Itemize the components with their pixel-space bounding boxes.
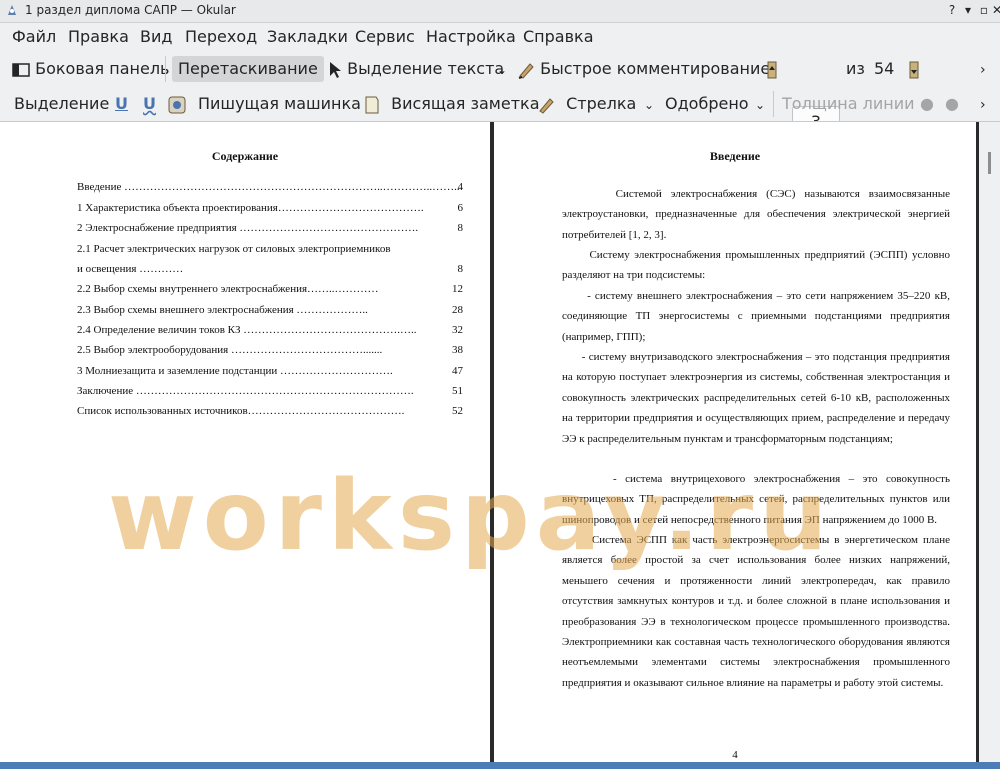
toc-row: 2.1 Расчет электрических нагрузок от сил… [77,243,391,255]
underline-tool-button[interactable]: U [115,91,128,117]
cursor-icon [330,61,341,78]
toolbar-separator [773,91,774,117]
popup-note-label: Висящая заметка [391,94,540,113]
arrow-tool-dropdown[interactable]: ⌄ [644,91,654,117]
opacity-button[interactable]: ● [945,91,959,117]
menu-settings[interactable]: Настройка [426,27,516,46]
text-select-label: Выделение текста [347,59,505,78]
paragraph: Системой электроснабжения (СЭС) называют… [562,188,953,241]
toc-title: Содержание [211,149,279,163]
menu-help[interactable]: Справка [523,27,594,46]
sidebar-icon [12,62,30,77]
paragraph: - систему внешнего электроснабжения – эт… [562,290,953,343]
opacity-icon: ● [945,94,959,113]
highlighter-icon [518,62,534,79]
paragraph: - систему внутризаводского электроснабже… [562,351,953,445]
toc-row: 3 Молниезащита и заземление подстанции …… [77,365,463,377]
page-of-label: из [846,59,865,78]
window-titlebar: 1 раздел диплома САПР — Okular ? ▾ ▫ ✕ [0,0,1000,23]
browse-tool-label: Перетаскивание [178,59,318,78]
window-title: 1 раздел диплома САПР — Okular [25,3,236,17]
toc-row: 1 Характеристика объекта проектирования…… [77,202,463,214]
line-width-label: Толщина линии [782,94,915,113]
stamp-icon [168,96,186,113]
previous-page-icon [767,61,777,78]
note-icon [365,96,379,113]
toc-row: Введение ……………………………………………………………..…………..… [77,181,463,193]
squiggle-underline-icon: U [143,94,156,113]
vertical-scrollbar[interactable] [976,122,1000,769]
toc-row: 2.5 Выбор электрооборудования …………………………… [77,344,463,356]
text-select-dropdown[interactable]: ⌄ [497,56,507,82]
toolbar-overflow-button[interactable]: › [980,56,986,82]
close-icon[interactable]: ✕ [989,2,1000,18]
highlight-tool-button[interactable]: Выделение [14,91,109,117]
toc-row: Заключение …………………………………………………………………. 51 [77,385,463,397]
stamp-select[interactable]: Одобрено [665,91,749,117]
menu-tools[interactable]: Сервис [355,27,415,46]
chevron-down-icon: ⌄ [755,98,766,112]
toc-row: 2.4 Определение величин токов КЗ …………………… [77,324,463,336]
underline-icon: U [115,94,128,113]
browse-tool-button[interactable]: Перетаскивание [172,56,324,82]
typewriter-tool-button[interactable]: Пишущая машинка [198,91,361,117]
toc-row: Список использованных источников……………………… [77,405,463,417]
menu-view[interactable]: Вид [140,27,172,46]
quick-annotation-button[interactable]: Быстрое комментирование [517,56,770,82]
stamp-select-label: Одобрено [665,94,749,113]
menu-go[interactable]: Переход [185,27,257,46]
main-toolbar: Боковая панель Перетаскивание Выделение … [0,52,1000,138]
paragraph: Систему электроснабжения промышленных пр… [562,249,953,282]
line-width-select[interactable]: Толщина линии [782,91,915,117]
next-page-icon [909,61,919,78]
paragraph: Система ЭСПП как часть электроэнергосист… [562,534,953,689]
menu-bookmarks[interactable]: Закладки [267,27,348,46]
previous-page-button[interactable] [766,56,778,82]
scrollbar-thumb[interactable] [988,152,991,174]
okular-app-icon [8,5,16,15]
next-page-button[interactable] [908,56,920,82]
highlighter-icon [539,97,554,114]
annotation-toolbar: Выделение U U Пишущая машинка Висящая за… [0,87,1000,122]
typewriter-tool-label: Пишущая машинка [198,94,361,113]
toc-row: и освещения ………… 8 [77,263,463,275]
stamp-select-dropdown[interactable]: ⌄ [755,91,765,117]
toc-row: 2.2 Выбор схемы внутреннего электроснабж… [77,283,463,295]
chevron-down-icon: ⌄ [497,63,508,77]
highlight-tool-label: Выделение [14,94,110,113]
menu-file[interactable]: Файл [12,27,56,46]
quick-annotation-label: Быстрое комментирование [540,59,771,78]
document-page-3: Содержание Введение ……………………………………………………… [0,122,490,769]
color-button[interactable]: ● [920,91,934,117]
chevron-right-icon: › [980,62,986,78]
page-total-label: 54 [874,59,895,78]
document-page-4: Введение Системой электроснабжения (СЭС)… [494,122,976,769]
intro-title: Введение [709,149,761,163]
chevron-right-icon: › [980,97,986,113]
arrow-tool-button[interactable]: Стрелка [537,91,636,117]
chevron-down-icon: ⌄ [644,98,655,112]
paragraph: - система внутрицехового электроснабжени… [562,473,953,526]
popup-note-button[interactable]: Висящая заметка [364,91,540,117]
menubar: Файл Правка Вид Переход Закладки Сервис … [0,22,1000,52]
stamp-tool-button[interactable] [168,91,186,117]
minimize-icon[interactable]: ▾ [960,2,976,18]
toc-row: 2 Электроснабжение предприятия ………………………… [77,222,463,234]
arrow-tool-label: Стрелка [566,94,637,113]
help-icon[interactable]: ? [944,2,960,18]
page-number: 4 [732,749,738,761]
squiggle-tool-button[interactable]: U [143,91,156,117]
toc-row: 2.3 Выбор схемы внешнего электроснабжени… [77,304,463,316]
palette-icon: ● [920,94,934,113]
text-select-button[interactable]: Выделение текста [328,56,504,82]
sidebar-button[interactable]: Боковая панель [12,56,169,82]
menu-edit[interactable]: Правка [68,27,129,46]
sidebar-label: Боковая панель [35,59,170,78]
toolbar-separator [165,56,166,82]
toolbar-overflow-button[interactable]: › [980,91,986,117]
document-viewport[interactable]: Содержание Введение ……………………………………………………… [0,122,1000,769]
horizontal-scrollbar[interactable] [0,762,1000,769]
